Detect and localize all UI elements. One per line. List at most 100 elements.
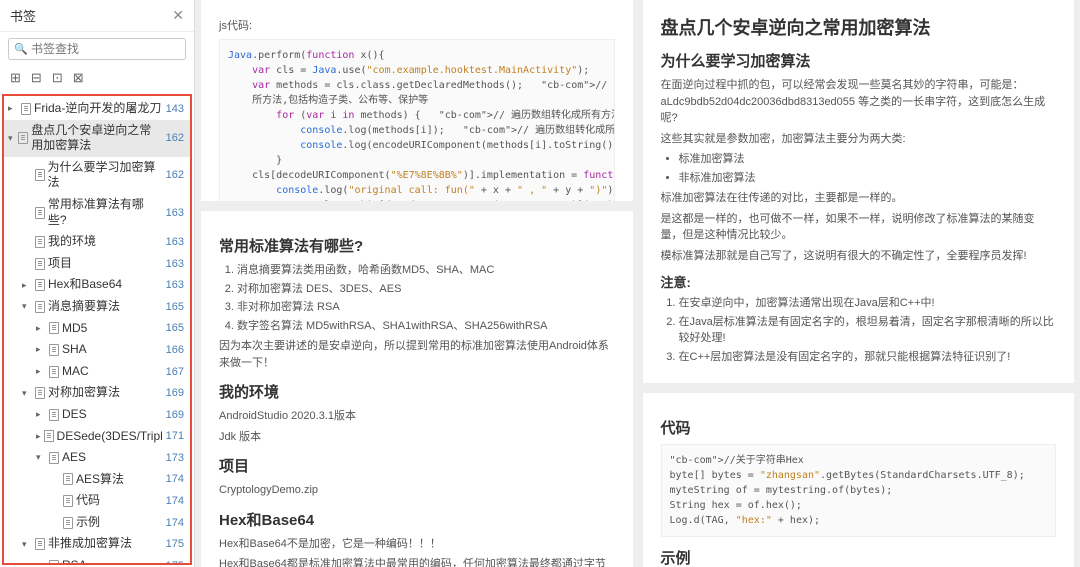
page-num: 175 [166, 538, 184, 550]
tree-label: AES算法 [76, 472, 124, 488]
tree-label: 对称加密算法 [48, 385, 120, 401]
sidebar-title: 书签 [10, 6, 36, 25]
right-column: 盘点几个安卓逆向之常用加密算法 为什么要学习加密算法 在面逆向过程中抓的包，可以… [643, 0, 1075, 567]
doc-icon [35, 387, 45, 399]
tree-item[interactable]: ▸ Hex和Base64 163 [4, 274, 190, 296]
page-num: 165 [166, 301, 184, 313]
tree-label: 项目 [48, 256, 72, 272]
list-item: 非标准加密算法 [679, 170, 1057, 187]
tree-label: Hex和Base64 [48, 277, 122, 293]
tool-icon-3[interactable]: ⊡ [52, 70, 63, 86]
tree-item[interactable]: 项目163 [4, 253, 190, 275]
doc-icon [18, 132, 28, 144]
doc-icon [44, 430, 54, 442]
h2-algos: 常用标准算法有哪些? [219, 235, 615, 256]
arrow-icon: ▸ [36, 366, 46, 377]
doc-icon [35, 207, 45, 219]
tree-item[interactable]: ▸MD5165 [4, 318, 190, 340]
list-item: 非对称加密算法 RSA [237, 299, 615, 316]
tree-item[interactable]: 我的环境163 [4, 231, 190, 253]
list-item: 对称加密算法 DES、3DES、AES [237, 281, 615, 298]
tree-item[interactable]: ▸ SHA 166 [4, 339, 190, 361]
arrow-icon: ▸ [36, 431, 41, 442]
tree-label: DES [62, 407, 87, 423]
page-num: 171 [166, 430, 184, 442]
arrow-icon: ▾ [22, 301, 32, 312]
tree-item[interactable]: ▸Frida-逆向开发的屠龙刀143 [4, 98, 190, 120]
arrow-icon: ▸ [36, 409, 46, 420]
doc-icon [35, 169, 45, 181]
card-code-ex: 代码 "cb-com">//关于字符串Hex byte[] bytes = "z… [643, 393, 1075, 567]
h2-code: 代码 [661, 417, 1057, 438]
doc-icon [35, 538, 45, 550]
tree-item[interactable]: ▾消息摘要算法165 [4, 296, 190, 318]
doc-icon [49, 409, 59, 421]
search-input[interactable] [8, 38, 186, 60]
doc-icon [35, 258, 45, 270]
arrow-icon: ▾ [36, 560, 46, 565]
tree-item[interactable]: 示例 174 [4, 512, 190, 534]
list-item: 消息摘要算法类用函数，哈希函数MD5、SHA、MAC [237, 262, 615, 279]
tree-item[interactable]: ▸DES169 [4, 404, 190, 426]
tree-label: 常用标准算法有哪些? [48, 197, 162, 228]
page-num: 163 [166, 279, 184, 291]
page-title: 盘点几个安卓逆向之常用加密算法 [661, 14, 1057, 40]
page-num: 175 [166, 560, 184, 565]
doc-icon [49, 344, 59, 356]
page-num: 167 [166, 366, 184, 378]
tree-label: Frida-逆向开发的屠龙刀 [34, 101, 161, 117]
code-block-2[interactable]: "cb-com">//关于字符串Hex byte[] bytes = "zhan… [661, 444, 1057, 537]
page-num: 174 [166, 495, 184, 507]
h2-example: 示例 [661, 547, 1057, 567]
page-num: 166 [166, 344, 184, 356]
page-num: 162 [166, 132, 184, 144]
doc-icon [35, 301, 45, 313]
arrow-icon: ▾ [22, 539, 32, 550]
page-num: 169 [166, 387, 184, 399]
arrow-icon: ▸ [22, 280, 32, 291]
tree-item[interactable]: ▾ RSA 175 [4, 555, 190, 565]
tree-item[interactable]: ▸MAC167 [4, 361, 190, 383]
close-icon[interactable]: ✕ [172, 7, 184, 24]
search-wrap: 🔍 [0, 32, 194, 66]
list-item: 标准加密算法 [679, 151, 1057, 168]
tree-item[interactable]: AES算法174 [4, 469, 190, 491]
env-line2: Jdk 版本 [219, 429, 615, 446]
tree-label: SHA [62, 342, 87, 358]
sidebar-toolbar: ⊞ ⊟ ⊡ ⊠ [0, 66, 194, 92]
doc-icon [21, 103, 31, 115]
tree-item[interactable]: 代码174 [4, 490, 190, 512]
card-jscode: js代码: Java.perform(function x(){ var cls… [201, 0, 633, 201]
algo-list: 消息摘要算法类用函数，哈希函数MD5、SHA、MAC 对称加密算法 DES、3DE… [237, 262, 615, 334]
tree-item[interactable]: ▾AES173 [4, 447, 190, 469]
tree-item[interactable]: ▾盘点几个安卓逆向之常用加密算法162 [4, 120, 190, 157]
code-block-1[interactable]: Java.perform(function x(){ var cls = Jav… [219, 39, 615, 202]
tree-item[interactable]: ▾ 非推成加密算法 175 [4, 533, 190, 555]
doc-icon [49, 322, 59, 334]
tree-label: AES [62, 450, 86, 466]
tree-label: MD5 [62, 321, 87, 337]
tree-label: 为什么要学习加密算法 [48, 160, 162, 191]
tree-label: RSA [62, 558, 87, 565]
tree-item[interactable]: ▾对称加密算法169 [4, 382, 190, 404]
card-left-main: 常用标准算法有哪些? 消息摘要算法类用函数，哈希函数MD5、SHA、MAC 对称加… [201, 211, 633, 567]
tool-icon-1[interactable]: ⊞ [10, 70, 21, 86]
page-num: 173 [166, 452, 184, 464]
bookmark-tree[interactable]: ▸Frida-逆向开发的屠龙刀143▾盘点几个安卓逆向之常用加密算法162为什么… [2, 94, 192, 565]
page-num: 174 [166, 517, 184, 529]
tree-item[interactable]: 常用标准算法有哪些?163 [4, 194, 190, 231]
arrow-icon: ▸ [36, 344, 46, 355]
list-item: 在Java层标准算法是有固定名字的，根坦易着清，固定名字那根清晰的所以比较好处理… [679, 314, 1057, 347]
tool-icon-2[interactable]: ⊟ [31, 70, 42, 86]
tree-label: 我的环境 [48, 234, 96, 250]
tool-icon-4[interactable]: ⊠ [73, 70, 84, 86]
tree-item[interactable]: 为什么要学习加密算法162 [4, 157, 190, 194]
doc-icon [35, 236, 45, 248]
hex-p2: Hex和Base64都是标准加密算法中最常用的编码，任何加密算法最终都通过字节的… [219, 556, 615, 567]
doc-icon [35, 279, 45, 291]
tree-item[interactable]: ▸DESede(3DES/TripleDES)171 [4, 426, 190, 448]
tree-label: 示例 [76, 515, 100, 531]
why-p4: 是这都是一样的，也可做不一样，如果不一样，说明修改了标准算法的某随变量，但是这种… [661, 211, 1057, 244]
tree-label: 非推成加密算法 [48, 536, 132, 552]
bookmark-sidebar: 书签 ✕ 🔍 ⊞ ⊟ ⊡ ⊠ ▸Frida-逆向开发的屠龙刀143▾盘点几个安卓… [0, 0, 195, 567]
